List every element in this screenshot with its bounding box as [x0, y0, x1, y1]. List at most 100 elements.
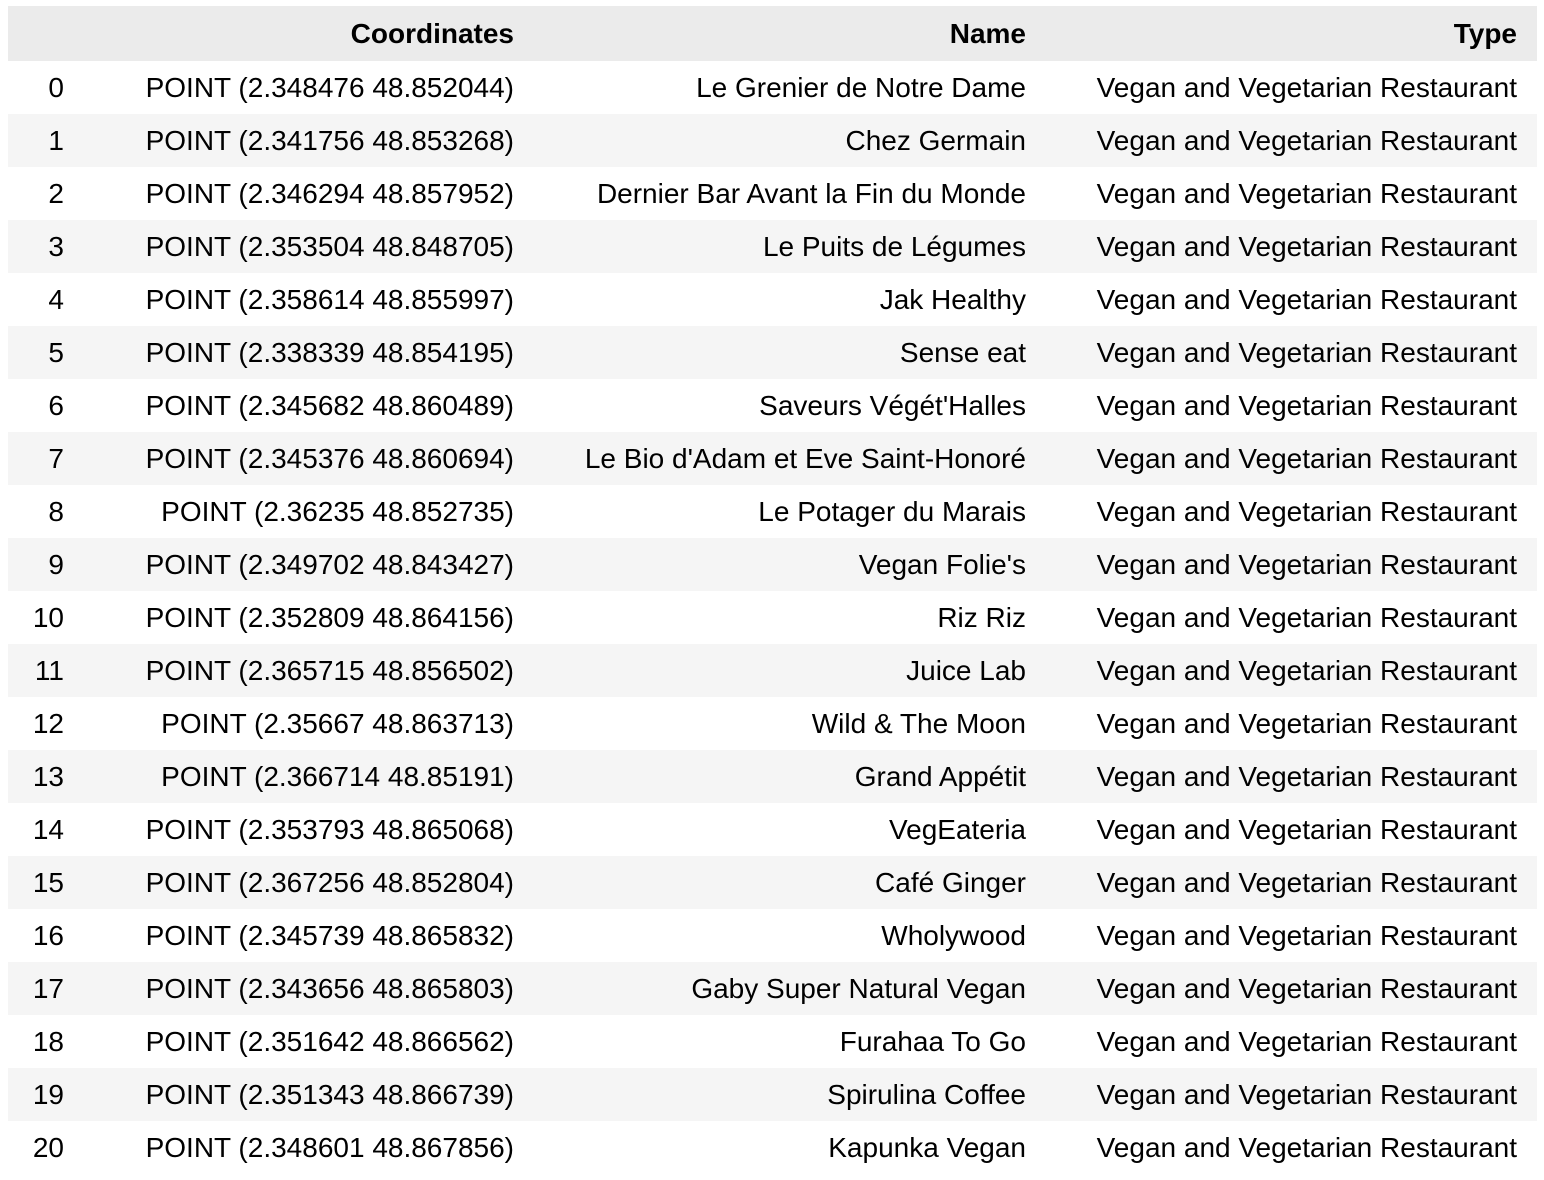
name-cell: Le Puits de Légumes	[534, 220, 1046, 273]
type-cell: Vegan and Vegetarian Restaurant	[1046, 856, 1537, 909]
row-index-cell: 8	[8, 485, 84, 538]
table-row: 3 POINT (2.353504 48.848705) Le Puits de L…	[8, 220, 1537, 273]
table-row: 19 POINT (2.351343 48.866739) Spirulina Co…	[8, 1068, 1537, 1121]
type-cell: Vegan and Vegetarian Restaurant	[1046, 750, 1537, 803]
row-index-cell: 4	[8, 273, 84, 326]
name-cell: Le Potager du Marais	[534, 485, 1046, 538]
type-cell: Vegan and Vegetarian Restaurant	[1046, 273, 1537, 326]
name-cell: Gaby Super Natural Vegan	[534, 962, 1046, 1015]
row-index-cell: 0	[8, 61, 84, 114]
row-index-cell: 7	[8, 432, 84, 485]
type-cell: Vegan and Vegetarian Restaurant	[1046, 909, 1537, 962]
coordinates-cell: POINT (2.36235 48.852735)	[84, 485, 534, 538]
name-cell: Chez Germain	[534, 114, 1046, 167]
name-cell: Vegan Folie's	[534, 538, 1046, 591]
coordinates-cell: POINT (2.338339 48.854195)	[84, 326, 534, 379]
name-cell: Le Grenier de Notre Dame	[534, 61, 1046, 114]
coordinates-cell: POINT (2.353504 48.848705)	[84, 220, 534, 273]
table-row: 0 POINT (2.348476 48.852044) Le Grenier de…	[8, 61, 1537, 114]
type-cell: Vegan and Vegetarian Restaurant	[1046, 485, 1537, 538]
table-row: 7 POINT (2.345376 48.860694) Le Bio d'Adam…	[8, 432, 1537, 485]
coordinates-cell: POINT (2.345682 48.860489)	[84, 379, 534, 432]
coordinates-cell: POINT (2.367256 48.852804)	[84, 856, 534, 909]
type-cell: Vegan and Vegetarian Restaurant	[1046, 61, 1537, 114]
type-cell: Vegan and Vegetarian Restaurant	[1046, 591, 1537, 644]
table-row: 15 POINT (2.367256 48.852804) Café Ginger V…	[8, 856, 1537, 909]
row-index-cell: 11	[8, 644, 84, 697]
type-cell: Vegan and Vegetarian Restaurant	[1046, 379, 1537, 432]
type-cell: Vegan and Vegetarian Restaurant	[1046, 220, 1537, 273]
type-cell: Vegan and Vegetarian Restaurant	[1046, 803, 1537, 856]
name-cell: VegEateria	[534, 803, 1046, 856]
table-row: 14 POINT (2.353793 48.865068) VegEateria Ve…	[8, 803, 1537, 856]
name-cell: Café Ginger	[534, 856, 1046, 909]
row-index-cell: 17	[8, 962, 84, 1015]
name-cell: Jak Healthy	[534, 273, 1046, 326]
name-cell: Wholywood	[534, 909, 1046, 962]
row-index-cell: 15	[8, 856, 84, 909]
name-cell: Sense eat	[534, 326, 1046, 379]
name-cell: Grand Appétit	[534, 750, 1046, 803]
row-index-cell: 18	[8, 1015, 84, 1068]
coordinates-column-header: Coordinates	[84, 6, 534, 61]
table-row: 18 POINT (2.351642 48.866562) Furahaa To G…	[8, 1015, 1537, 1068]
row-index-cell: 6	[8, 379, 84, 432]
name-cell: Riz Riz	[534, 591, 1046, 644]
table-row: 8 POINT (2.36235 48.852735) Le Potager du …	[8, 485, 1537, 538]
coordinates-cell: POINT (2.349702 48.843427)	[84, 538, 534, 591]
table-body: 0 POINT (2.348476 48.852044) Le Grenier de…	[8, 61, 1537, 1174]
row-index-cell: 12	[8, 697, 84, 750]
type-cell: Vegan and Vegetarian Restaurant	[1046, 538, 1537, 591]
coordinates-cell: POINT (2.366714 48.85191)	[84, 750, 534, 803]
row-index-cell: 13	[8, 750, 84, 803]
type-cell: Vegan and Vegetarian Restaurant	[1046, 1121, 1537, 1174]
table-row: 10 POINT (2.352809 48.864156) Riz Riz Vegan…	[8, 591, 1537, 644]
coordinates-cell: POINT (2.351343 48.866739)	[84, 1068, 534, 1121]
table-header: Coordinates Name Type	[8, 6, 1537, 61]
coordinates-cell: POINT (2.345376 48.860694)	[84, 432, 534, 485]
name-column-header: Name	[534, 6, 1046, 61]
coordinates-cell: POINT (2.365715 48.856502)	[84, 644, 534, 697]
coordinates-cell: POINT (2.348601 48.867856)	[84, 1121, 534, 1174]
dataframe-container: Coordinates Name Type 0 POINT (2.348476 4…	[8, 6, 1537, 1174]
name-cell: Juice Lab	[534, 644, 1046, 697]
type-cell: Vegan and Vegetarian Restaurant	[1046, 1068, 1537, 1121]
table-row: 20 POINT (2.348601 48.867856) Kapunka Vega…	[8, 1121, 1537, 1174]
coordinates-cell: POINT (2.353793 48.865068)	[84, 803, 534, 856]
type-cell: Vegan and Vegetarian Restaurant	[1046, 644, 1537, 697]
table-row: 16 POINT (2.345739 48.865832) Wholywood Veg…	[8, 909, 1537, 962]
table-row: 11 POINT (2.365715 48.856502) Juice Lab Veg…	[8, 644, 1537, 697]
type-cell: Vegan and Vegetarian Restaurant	[1046, 1015, 1537, 1068]
name-cell: Saveurs Végét'Halles	[534, 379, 1046, 432]
name-cell: Furahaa To Go	[534, 1015, 1046, 1068]
name-cell: Spirulina Coffee	[534, 1068, 1046, 1121]
type-cell: Vegan and Vegetarian Restaurant	[1046, 114, 1537, 167]
type-cell: Vegan and Vegetarian Restaurant	[1046, 432, 1537, 485]
table-row: 6 POINT (2.345682 48.860489) Saveurs Végét…	[8, 379, 1537, 432]
table-row: 1 POINT (2.341756 48.853268) Chez Germain V…	[8, 114, 1537, 167]
type-cell: Vegan and Vegetarian Restaurant	[1046, 167, 1537, 220]
type-cell: Vegan and Vegetarian Restaurant	[1046, 326, 1537, 379]
row-index-cell: 19	[8, 1068, 84, 1121]
coordinates-cell: POINT (2.348476 48.852044)	[84, 61, 534, 114]
name-cell: Le Bio d'Adam et Eve Saint-Honoré	[534, 432, 1046, 485]
table-row: 17 POINT (2.343656 48.865803) Gaby Super N…	[8, 962, 1537, 1015]
coordinates-cell: POINT (2.35667 48.863713)	[84, 697, 534, 750]
row-index-cell: 2	[8, 167, 84, 220]
header-row: Coordinates Name Type	[8, 6, 1537, 61]
coordinates-cell: POINT (2.341756 48.853268)	[84, 114, 534, 167]
table-row: 9 POINT (2.349702 48.843427) Vegan Folie's…	[8, 538, 1537, 591]
table-row: 2 POINT (2.346294 48.857952) Dernier Bar A…	[8, 167, 1537, 220]
name-cell: Wild & The Moon	[534, 697, 1046, 750]
coordinates-cell: POINT (2.358614 48.855997)	[84, 273, 534, 326]
table-row: 5 POINT (2.338339 48.854195) Sense eat Vega…	[8, 326, 1537, 379]
coordinates-cell: POINT (2.345739 48.865832)	[84, 909, 534, 962]
row-index-cell: 5	[8, 326, 84, 379]
row-index-cell: 3	[8, 220, 84, 273]
name-cell: Dernier Bar Avant la Fin du Monde	[534, 167, 1046, 220]
row-index-cell: 10	[8, 591, 84, 644]
type-cell: Vegan and Vegetarian Restaurant	[1046, 962, 1537, 1015]
row-index-cell: 9	[8, 538, 84, 591]
type-column-header: Type	[1046, 6, 1537, 61]
coordinates-cell: POINT (2.343656 48.865803)	[84, 962, 534, 1015]
